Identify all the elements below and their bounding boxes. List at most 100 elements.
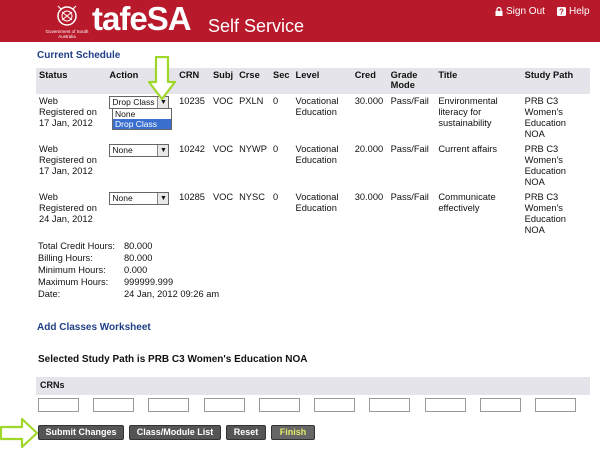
cell-action: None ▼: [106, 142, 176, 190]
crn-input-3[interactable]: [148, 398, 189, 412]
crest-text: Government of South Australia: [45, 29, 89, 39]
action-dropdown-list: None Drop Class: [112, 108, 172, 130]
add-classes-title: Add Classes Worksheet: [37, 322, 151, 333]
cell-status: Web Registered on 17 Jan, 2012: [39, 96, 97, 128]
chevron-down-icon: ▼: [157, 145, 169, 156]
lock-icon: [495, 7, 503, 16]
reset-button[interactable]: Reset: [226, 425, 266, 440]
cell-crn: 10235: [179, 96, 205, 106]
cell-level: Vocational Education: [295, 192, 339, 213]
col-sec: Sec: [270, 68, 293, 94]
crn-input-6[interactable]: [314, 398, 355, 412]
crn-input-8[interactable]: [425, 398, 466, 412]
crn-input-2[interactable]: [93, 398, 134, 412]
credit-summary: Total Credit Hours: 80.000 Billing Hours:…: [38, 240, 219, 300]
summary-value: 80.000: [124, 253, 153, 263]
schedule-table: Status Action CRN Subj Crse Sec Level Cr…: [36, 68, 590, 238]
help-link[interactable]: ? Help: [557, 6, 590, 17]
col-crse: Crse: [236, 68, 270, 94]
cell-status: Web Registered on 17 Jan, 2012: [39, 144, 97, 176]
logo-sa: SA: [146, 0, 192, 37]
summary-row: Total Credit Hours: 80.000: [38, 240, 219, 252]
sign-out-link[interactable]: Sign Out: [495, 6, 545, 17]
chevron-down-icon: ▼: [157, 193, 169, 204]
cell-crse: PXLN: [239, 96, 264, 106]
summary-value: 0.000: [124, 265, 148, 275]
annotation-arrow-down-icon: [148, 56, 176, 100]
schedule-header-row: Status Action CRN Subj Crse Sec Level Cr…: [36, 68, 590, 94]
annotation-arrow-right-icon: [0, 418, 38, 448]
action-select-value: None: [112, 145, 133, 155]
col-title: Title: [435, 68, 522, 94]
action-select-value: None: [112, 193, 133, 203]
cell-level: Vocational Education: [295, 144, 339, 165]
app-subtitle: Self Service: [208, 16, 305, 36]
action-select[interactable]: None ▼: [109, 144, 170, 157]
help-label: Help: [569, 6, 590, 17]
summary-key: Maximum Hours:: [38, 277, 109, 287]
col-study-path: Study Path: [521, 68, 590, 94]
cell-crse: NYSC: [239, 192, 265, 202]
cell-study-path: PRB C3 Women's Education NOA: [524, 144, 566, 187]
col-level: Level: [292, 68, 352, 94]
cell-title: Current affairs: [438, 144, 498, 154]
cell-action: None ▼: [106, 190, 176, 238]
study-path-line: Selected Study Path is PRB C3 Women's Ed…: [38, 354, 308, 365]
cell-grade-mode: Pass/Fail: [390, 96, 429, 106]
crn-header: CRNs: [36, 377, 590, 395]
col-cred: Cred: [351, 68, 388, 94]
crn-input-4[interactable]: [204, 398, 245, 412]
summary-row: Billing Hours: 80.000: [38, 252, 219, 264]
summary-value: 999999.999: [124, 277, 174, 287]
col-grade-mode: Grade Mode: [387, 68, 436, 94]
logo-tafe: tafe: [92, 0, 148, 37]
crn-input-1[interactable]: [38, 398, 79, 412]
crn-label: CRNs: [40, 380, 65, 390]
current-schedule-title: Current Schedule: [37, 50, 121, 61]
crn-input-10[interactable]: [535, 398, 576, 412]
col-subj: Subj: [209, 68, 237, 94]
cell-grade-mode: Pass/Fail: [390, 144, 429, 154]
dropdown-option-drop-class[interactable]: Drop Class: [113, 119, 171, 129]
cell-grade-mode: Pass/Fail: [390, 192, 429, 202]
finish-button[interactable]: Finish: [271, 425, 315, 440]
cell-cred: 30.000: [354, 96, 384, 106]
table-row: Web Registered on 24 Jan, 2012 None ▼ 102…: [36, 190, 590, 238]
crn-input-5[interactable]: [259, 398, 300, 412]
cell-title: Environmental literacy for sustainabilit…: [438, 96, 498, 128]
crn-input-7[interactable]: [369, 398, 410, 412]
col-crn: CRN: [176, 68, 210, 94]
summary-key: Total Credit Hours:: [38, 241, 115, 251]
cell-cred: 30.000: [354, 192, 384, 202]
submit-changes-button[interactable]: Submit Changes: [38, 425, 124, 440]
cell-sec: 0: [273, 144, 279, 154]
cell-crn: 10242: [179, 144, 205, 154]
summary-row: Maximum Hours: 999999.999: [38, 276, 219, 288]
col-status: Status: [36, 68, 107, 94]
svg-text:?: ?: [559, 8, 564, 17]
cell-level: Vocational Education: [295, 96, 339, 117]
cell-subj: VOC: [212, 192, 234, 202]
sign-out-label: Sign Out: [506, 6, 545, 17]
help-icon: ?: [557, 7, 566, 16]
summary-key: Date:: [38, 289, 61, 299]
summary-row: Date: 24 Jan, 2012 09:26 am: [38, 288, 219, 300]
summary-key: Minimum Hours:: [38, 265, 106, 275]
cell-subj: VOC: [212, 96, 234, 106]
summary-value: 24 Jan, 2012 09:26 am: [124, 289, 220, 299]
cell-study-path: PRB C3 Women's Education NOA: [524, 192, 566, 235]
cell-study-path: PRB C3 Women's Education NOA: [524, 96, 566, 139]
cell-sec: 0: [273, 96, 279, 106]
cell-subj: VOC: [212, 144, 234, 154]
class-module-list-button[interactable]: Class/Module List: [129, 425, 221, 440]
dropdown-option-none[interactable]: None: [113, 109, 171, 119]
cell-crn: 10285: [179, 192, 205, 202]
crn-input-9[interactable]: [480, 398, 521, 412]
cell-title: Communicate effectively: [438, 192, 496, 213]
cell-status: Web Registered on 24 Jan, 2012: [39, 192, 97, 224]
tafesa-logo: tafeSA: [92, 0, 192, 38]
cell-crse: NYWP: [239, 144, 267, 154]
app-header: Government of South Australia tafeSA Sel…: [0, 0, 600, 42]
action-select[interactable]: None ▼: [109, 192, 170, 205]
summary-row: Minimum Hours: 0.000: [38, 264, 219, 276]
